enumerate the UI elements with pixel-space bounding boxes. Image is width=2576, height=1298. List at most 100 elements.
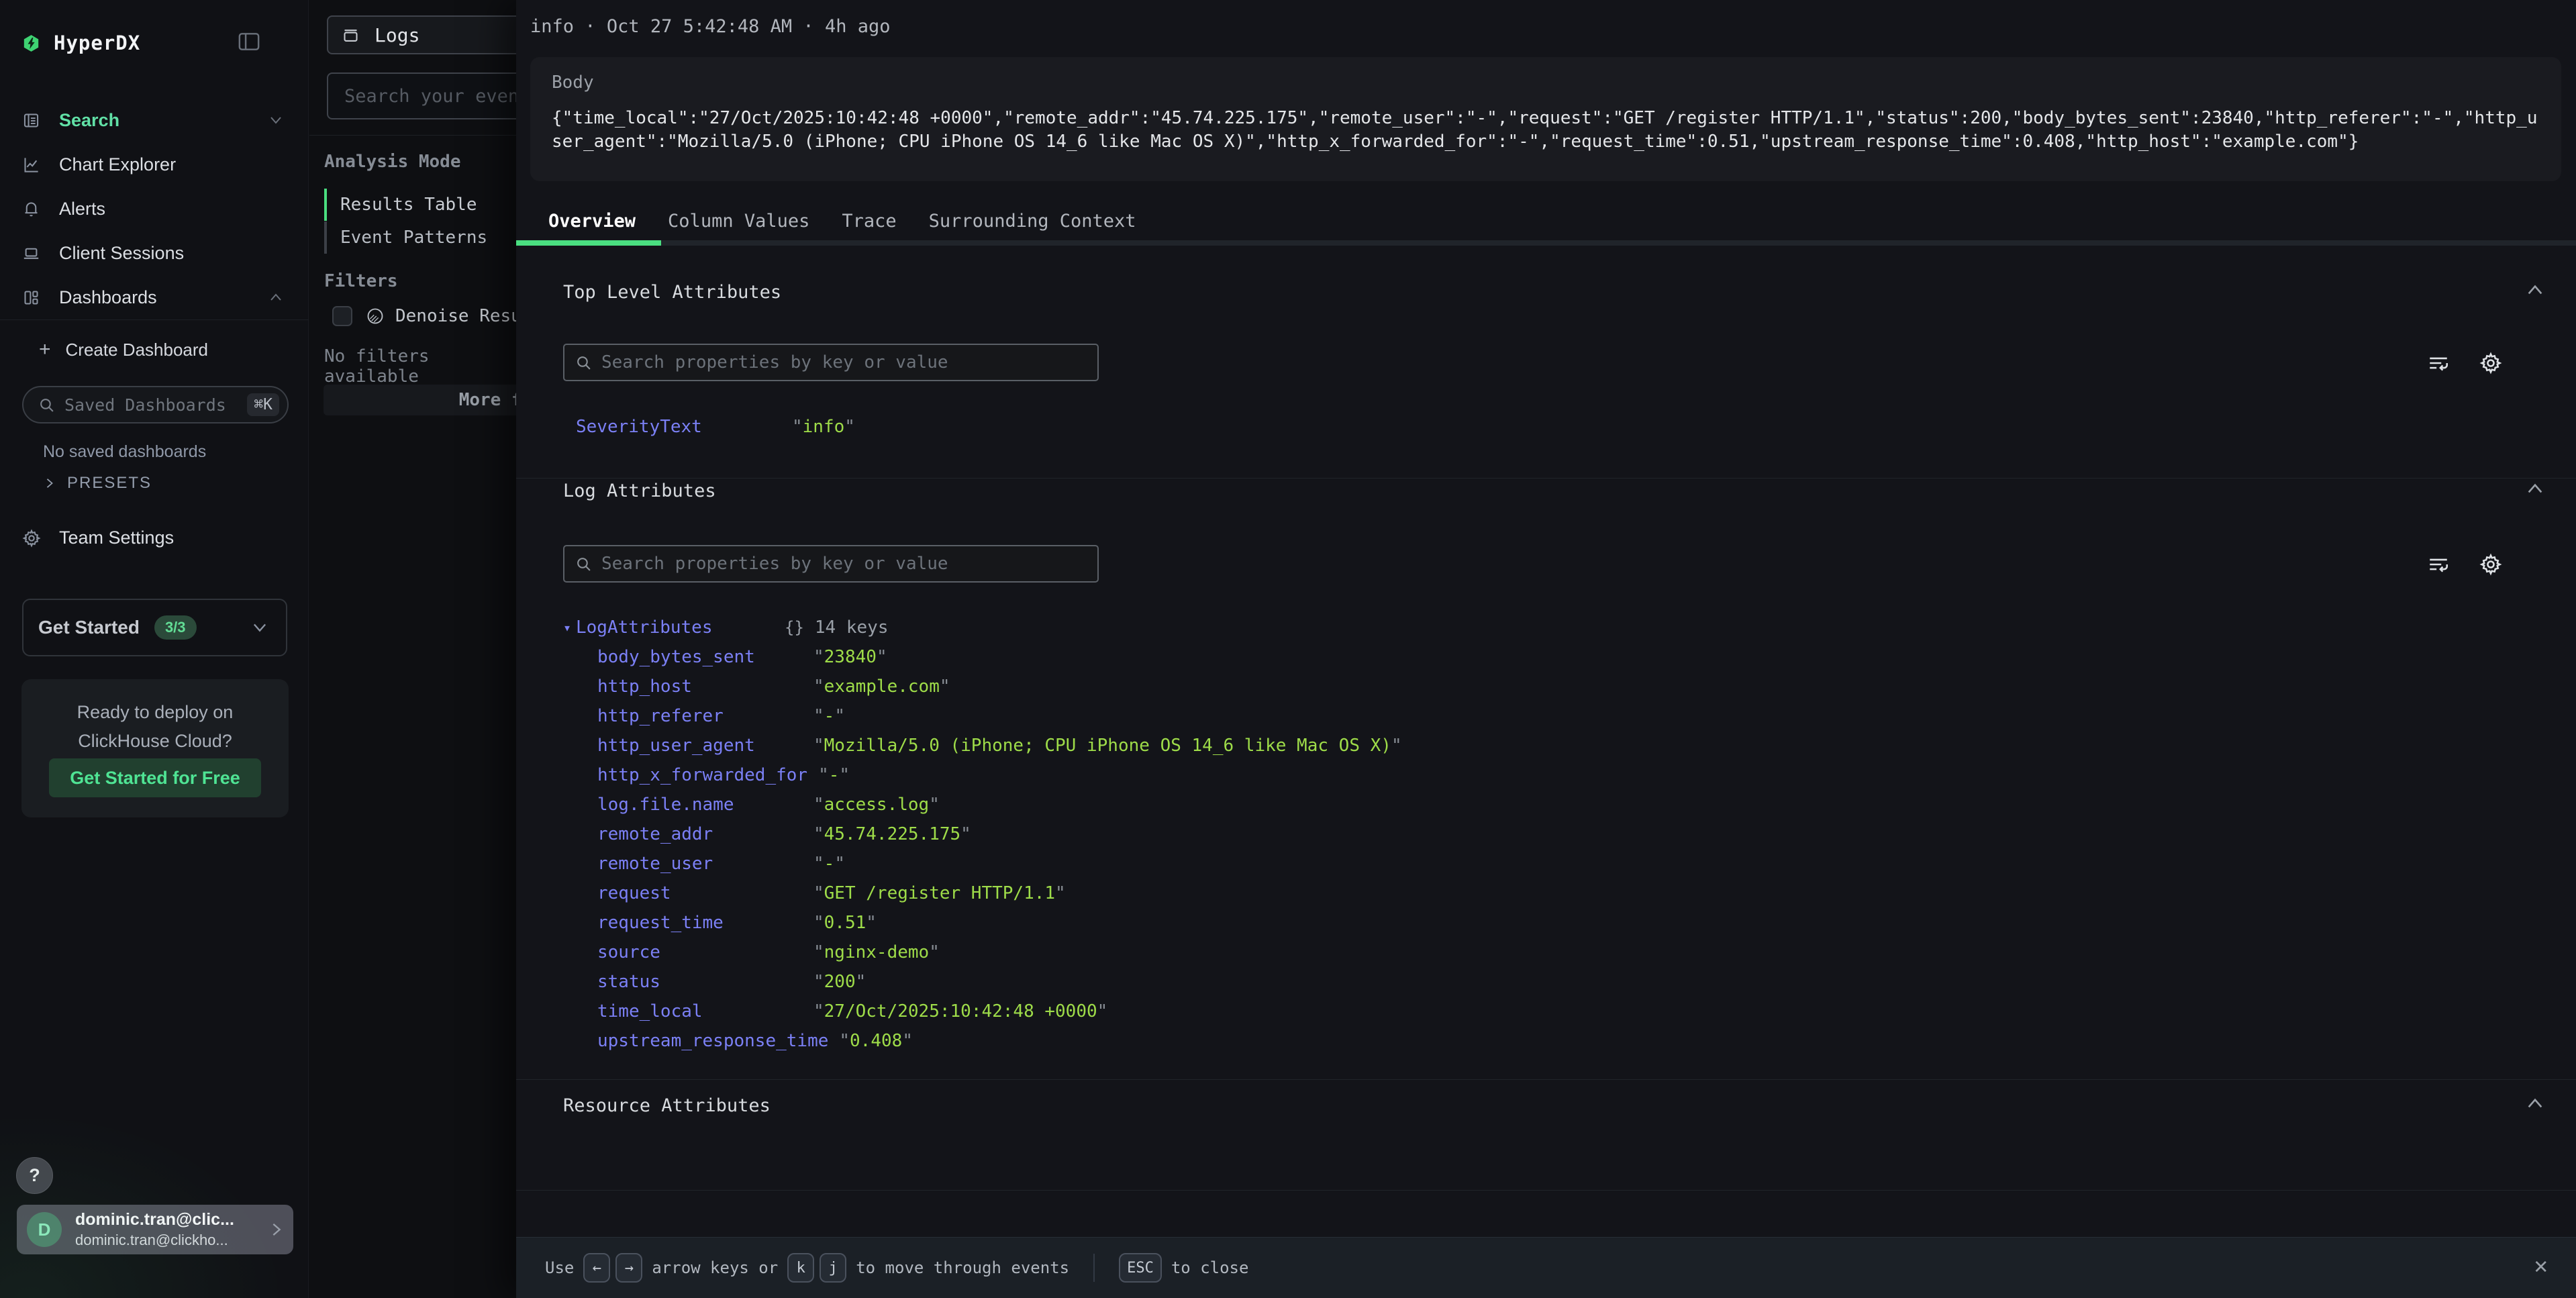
- section-divider: [516, 478, 2576, 479]
- collapse-section-icon[interactable]: [2526, 483, 2544, 494]
- header-separator: ·: [803, 16, 825, 37]
- attribute-value[interactable]: GET /register HTTP/1.1: [813, 883, 1066, 903]
- tree-root-key[interactable]: LogAttributes: [576, 617, 785, 638]
- attribute-key[interactable]: http_referer: [597, 706, 813, 726]
- attribute-row: log.file.name access.log: [597, 790, 2510, 819]
- attribute-key[interactable]: SeverityText: [576, 417, 792, 437]
- log-attributes-search[interactable]: [563, 545, 1099, 583]
- attribute-value[interactable]: 200: [813, 972, 866, 992]
- wrap-lines-icon[interactable]: [2427, 352, 2450, 375]
- gear-icon[interactable]: [2479, 352, 2502, 375]
- navigation-footer: Use ← → arrow keys or k j to move throug…: [516, 1237, 2576, 1298]
- attribute-key[interactable]: http_user_agent: [597, 736, 813, 756]
- top-level-search-input[interactable]: [601, 352, 1087, 372]
- create-dashboard-label: Create Dashboard: [66, 340, 208, 360]
- tree-collapse-icon[interactable]: ▾: [563, 619, 576, 636]
- log-attributes-root-row[interactable]: ▾ LogAttributes {}14 keys: [563, 613, 2510, 642]
- attribute-key[interactable]: request: [597, 883, 813, 903]
- attribute-key[interactable]: body_bytes_sent: [597, 647, 813, 667]
- esc-key[interactable]: ESC: [1119, 1253, 1162, 1283]
- attribute-key[interactable]: upstream_response_time: [597, 1031, 839, 1051]
- attribute-key[interactable]: source: [597, 942, 813, 962]
- attribute-value[interactable]: 27/Oct/2025:10:42:48 +0000: [813, 1001, 1107, 1021]
- get-started-free-button[interactable]: Get Started for Free: [49, 758, 261, 797]
- attribute-key[interactable]: remote_user: [597, 854, 813, 874]
- top-level-search[interactable]: [563, 344, 1099, 381]
- create-dashboard-button[interactable]: + Create Dashboard: [39, 338, 208, 361]
- log-attributes-title: Log Attributes: [563, 481, 716, 501]
- filters-label: Filters: [324, 271, 398, 291]
- arrow-right-key[interactable]: →: [615, 1253, 642, 1283]
- attribute-value[interactable]: info: [792, 417, 855, 437]
- j-key[interactable]: j: [820, 1253, 846, 1283]
- team-settings-button[interactable]: Team Settings: [22, 528, 174, 548]
- attribute-row: body_bytes_sent 23840: [597, 642, 2510, 672]
- app-title: HyperDX: [54, 32, 140, 54]
- chart-line-icon: [22, 156, 40, 174]
- attribute-key[interactable]: request_time: [597, 913, 813, 933]
- log-attributes-search-input[interactable]: [601, 554, 1087, 574]
- attribute-key[interactable]: time_local: [597, 1001, 813, 1021]
- attribute-key[interactable]: http_host: [597, 677, 813, 697]
- attribute-row: time_local 27/Oct/2025:10:42:48 +0000: [597, 997, 2510, 1026]
- gear-icon[interactable]: [2479, 553, 2502, 576]
- attribute-value[interactable]: -: [813, 706, 845, 726]
- denoise-checkbox[interactable]: [332, 306, 352, 326]
- saved-dashboards-input[interactable]: [64, 395, 247, 415]
- no-saved-dashboards-text: No saved dashboards: [43, 442, 206, 462]
- sidebar-item-alerts[interactable]: Alerts: [0, 187, 309, 231]
- footer-use-text: Use: [545, 1258, 574, 1277]
- tab-column-values[interactable]: Column Values: [652, 201, 826, 240]
- footer-arrow-text: arrow keys or: [652, 1258, 778, 1277]
- denoise-results-toggle[interactable]: Denoise Resul: [332, 306, 532, 326]
- search-icon: [575, 354, 592, 371]
- tab-overview[interactable]: Overview: [532, 201, 652, 240]
- attribute-value[interactable]: 23840: [813, 647, 887, 667]
- attribute-value[interactable]: nginx-demo: [813, 942, 940, 962]
- header-separator: ·: [585, 16, 607, 37]
- attribute-value[interactable]: 45.74.225.175: [813, 824, 971, 844]
- sidebar-item-label: Client Sessions: [59, 243, 282, 264]
- attribute-key[interactable]: remote_addr: [597, 824, 813, 844]
- attribute-value[interactable]: access.log: [813, 795, 940, 815]
- get-started-collapsible[interactable]: Get Started 3/3: [22, 599, 287, 656]
- attribute-key[interactable]: log.file.name: [597, 795, 813, 815]
- close-icon[interactable]: ✕: [2534, 1252, 2548, 1279]
- app-logo[interactable]: HyperDX: [22, 27, 287, 59]
- sidebar-item-chart-explorer[interactable]: Chart Explorer: [0, 142, 309, 187]
- collapse-section-icon[interactable]: [2526, 1098, 2544, 1109]
- wrap-lines-icon[interactable]: [2427, 553, 2450, 576]
- collapse-section-icon[interactable]: [2526, 285, 2544, 295]
- presets-toggle[interactable]: PRESETS: [44, 474, 152, 493]
- section-divider: [516, 1079, 2576, 1080]
- sidebar-item-dashboards[interactable]: Dashboards: [0, 275, 309, 319]
- attribute-value[interactable]: -: [818, 765, 850, 785]
- detail-tabs: Overview Column Values Trace Surrounding…: [516, 201, 2576, 240]
- hyperdx-logo-icon: [22, 34, 40, 52]
- attribute-value[interactable]: 0.51: [813, 913, 877, 933]
- body-content[interactable]: {"time_local":"27/Oct/2025:10:42:48 +000…: [552, 107, 2538, 154]
- attribute-value[interactable]: -: [813, 854, 845, 874]
- laptop-icon: [22, 244, 40, 262]
- tab-surrounding-context[interactable]: Surrounding Context: [913, 201, 1152, 240]
- saved-dashboards-search[interactable]: ⌘K: [22, 386, 289, 423]
- tab-trace[interactable]: Trace: [826, 201, 912, 240]
- attribute-value[interactable]: Mozilla/5.0 (iPhone; CPU iPhone OS 14_6 …: [813, 736, 1402, 756]
- event-header: info · Oct 27 5:42:48 AM · 4h ago: [530, 16, 890, 37]
- no-filters-text: No filters available: [324, 346, 516, 387]
- sidebar-item-search[interactable]: Search: [0, 98, 309, 142]
- arrow-left-key[interactable]: ←: [583, 1253, 610, 1283]
- user-menu[interactable]: D dominic.tran@clic... dominic.tran@clic…: [17, 1205, 293, 1254]
- attribute-value[interactable]: 0.408: [839, 1031, 913, 1051]
- help-button[interactable]: ?: [16, 1157, 53, 1194]
- attribute-value[interactable]: example.com: [813, 677, 950, 697]
- attribute-key[interactable]: http_x_forwarded_for: [597, 765, 818, 785]
- sidebar-item-label: Search: [59, 110, 270, 131]
- sidebar-collapse-icon[interactable]: [238, 32, 260, 51]
- attribute-key[interactable]: status: [597, 972, 813, 992]
- cloud-card-text-line2: ClickHouse Cloud?: [21, 731, 289, 752]
- resource-attributes-title: Resource Attributes: [563, 1095, 771, 1116]
- footer-divider: [1093, 1254, 1095, 1282]
- k-key[interactable]: k: [787, 1253, 814, 1283]
- sidebar-item-client-sessions[interactable]: Client Sessions: [0, 231, 309, 275]
